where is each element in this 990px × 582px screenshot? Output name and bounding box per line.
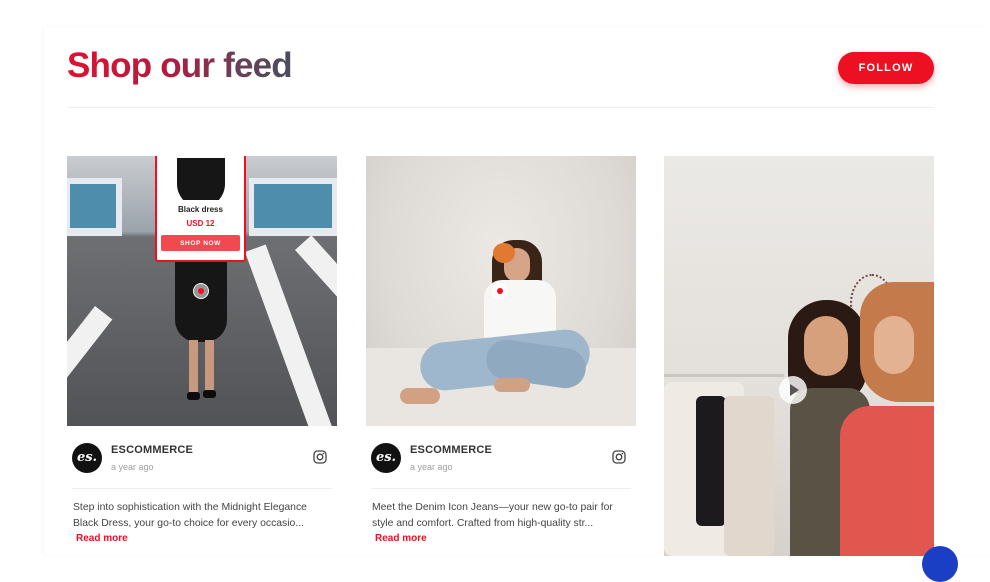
post-meta: es. ESCOMMERCE a year ago	[366, 426, 636, 488]
feed-card[interactable]: Black dress USD 12 SHOP NOW es. ESCOMMER…	[67, 156, 337, 544]
leg	[189, 340, 198, 392]
product-hotspot[interactable]	[492, 283, 508, 299]
clothing-rack	[664, 374, 784, 377]
page-title: Shop our feed	[67, 46, 293, 85]
building-glass	[254, 184, 332, 228]
face	[804, 316, 848, 376]
leg	[205, 340, 214, 390]
read-more-link[interactable]: Read more	[76, 533, 337, 544]
shoe	[203, 390, 216, 398]
play-icon[interactable]	[779, 376, 807, 404]
product-tag-popup[interactable]: Black dress USD 12 SHOP NOW	[155, 156, 246, 262]
shop-now-button[interactable]: SHOP NOW	[161, 235, 240, 251]
post-meta: es. ESCOMMERCE a year ago	[67, 426, 337, 488]
feed-card[interactable]	[664, 156, 934, 556]
post-image[interactable]: Black dress USD 12 SHOP NOW	[67, 156, 337, 426]
chat-widget-button[interactable]	[922, 546, 958, 582]
feed-card[interactable]: es. ESCOMMERCE a year ago Meet the Denim…	[366, 156, 636, 544]
post-time: a year ago	[111, 462, 154, 472]
follow-button[interactable]: FOLLOW	[838, 52, 934, 84]
product-hotspot[interactable]	[193, 283, 209, 299]
read-more-link[interactable]: Read more	[375, 533, 636, 544]
post-caption: Meet the Denim Icon Jeans—your new go-to…	[372, 502, 613, 529]
product-price: USD 12	[186, 219, 215, 228]
foot	[494, 378, 530, 392]
username[interactable]: ESCOMMERCE	[410, 444, 492, 456]
post-image[interactable]	[366, 156, 636, 426]
header-divider	[67, 107, 934, 108]
post-video[interactable]	[664, 156, 934, 556]
avatar[interactable]: es.	[371, 443, 401, 473]
clothes	[724, 396, 774, 556]
top	[840, 406, 934, 556]
foot	[400, 388, 440, 404]
post-caption: Step into sophistication with the Midnig…	[73, 502, 307, 529]
flowers	[493, 243, 515, 263]
avatar[interactable]: es.	[72, 443, 102, 473]
instagram-icon[interactable]	[612, 450, 626, 464]
product-thumbnail	[159, 158, 242, 200]
instagram-icon[interactable]	[313, 450, 327, 464]
post-time: a year ago	[410, 462, 453, 472]
face	[874, 316, 914, 374]
building-glass	[70, 184, 116, 228]
crosswalk-stripe	[67, 306, 113, 426]
product-name: Black dress	[178, 205, 223, 214]
thumbnail-dress	[177, 158, 225, 200]
shoe	[187, 392, 200, 400]
username[interactable]: ESCOMMERCE	[111, 444, 193, 456]
clothes	[696, 396, 726, 526]
